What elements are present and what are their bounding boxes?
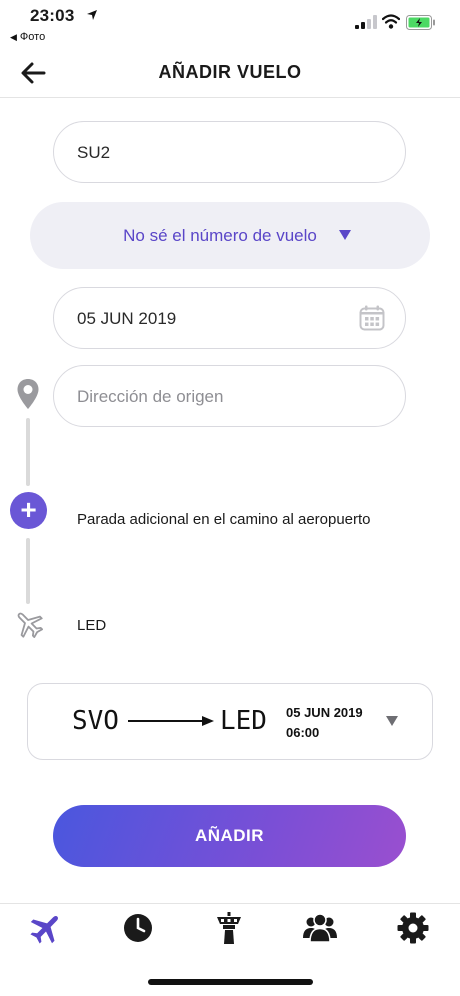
airplane-outline-icon xyxy=(17,612,43,638)
departure-airport-code: SVO xyxy=(72,706,119,736)
control-tower-icon[interactable] xyxy=(211,910,247,946)
location-arrow-icon xyxy=(87,10,97,20)
unknown-flight-number-label: No sé el número de vuelo xyxy=(123,226,317,245)
unknown-flight-number-button[interactable]: No sé el número de vuelo xyxy=(30,202,430,269)
flight-number-value: SU2 xyxy=(77,143,111,162)
origin-address-input[interactable]: Dirección de origen xyxy=(53,365,406,427)
group-icon[interactable] xyxy=(302,910,338,946)
plane-icon[interactable] xyxy=(28,910,64,946)
back-app-label: Фото xyxy=(19,31,46,43)
route-arrow-icon xyxy=(128,716,214,726)
calendar-icon[interactable] xyxy=(359,305,385,331)
date-input[interactable]: 05 JUN 2019 xyxy=(53,287,406,349)
battery-icon xyxy=(406,15,435,30)
route-line-bottom xyxy=(26,538,30,604)
status-time: 23:03 xyxy=(30,6,75,25)
date-value: 05 JUN 2019 xyxy=(77,309,177,328)
add-flight-button[interactable]: AÑADIR xyxy=(53,805,406,867)
expand-triangle-icon[interactable] xyxy=(386,716,398,726)
home-indicator[interactable] xyxy=(148,979,313,985)
header-bar: AÑADIR VUELO xyxy=(0,48,460,98)
dropdown-triangle-icon xyxy=(339,230,351,240)
flight-number-input[interactable]: SU2 xyxy=(53,121,406,183)
back-triangle-icon: ◀ xyxy=(10,32,17,42)
back-to-app-link[interactable]: ◀ Фото xyxy=(10,31,45,43)
signal-icon xyxy=(355,15,377,29)
add-flight-button-label: AÑADIR xyxy=(194,826,265,845)
flight-time: 06:00 xyxy=(286,725,320,740)
route-line-top xyxy=(26,418,30,486)
gear-icon[interactable] xyxy=(395,910,431,946)
wifi-icon xyxy=(382,14,400,29)
add-stop-button[interactable]: + xyxy=(10,492,47,529)
status-bar: 23:03 ◀ Фото xyxy=(0,0,460,48)
destination-airport-label: LED xyxy=(77,617,107,634)
flight-date: 05 JUN 2019 xyxy=(286,705,363,720)
flight-card[interactable]: SVO LED 05 JUN 2019 06:00 xyxy=(27,683,433,760)
page-title: AÑADIR VUELO xyxy=(158,62,302,82)
clock-icon[interactable] xyxy=(120,910,156,946)
plus-icon: + xyxy=(20,494,37,525)
location-pin-icon xyxy=(17,379,39,409)
additional-stop-label[interactable]: Parada adicional en el camino al aeropue… xyxy=(77,511,371,528)
arrival-airport-code: LED xyxy=(220,706,267,736)
origin-address-placeholder: Dirección de origen xyxy=(77,387,224,406)
